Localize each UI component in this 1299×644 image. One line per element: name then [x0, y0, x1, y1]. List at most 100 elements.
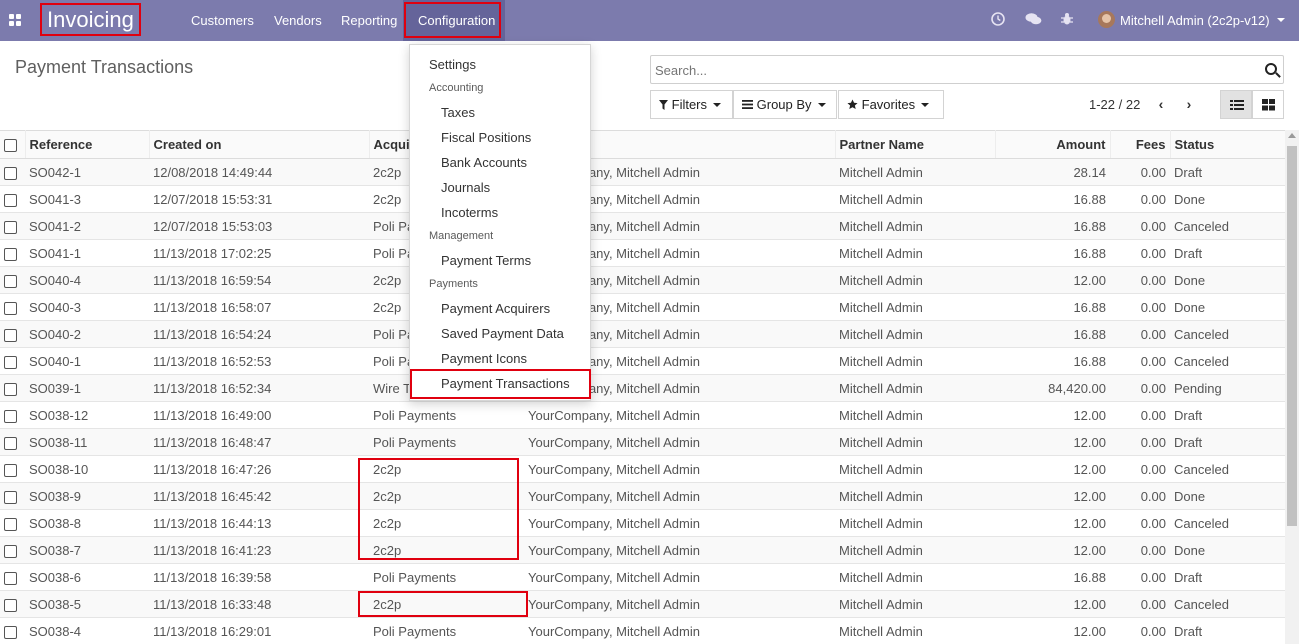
kanban-view-button[interactable] [1252, 90, 1284, 119]
row-checkbox[interactable] [4, 247, 17, 261]
row-checkbox[interactable] [4, 409, 17, 423]
column-amount[interactable]: Amount [995, 130, 1111, 159]
row-checkbox[interactable] [4, 301, 17, 315]
row-checkbox[interactable] [4, 193, 17, 207]
table-row[interactable]: SO039-111/13/2018 16:52:34Wire TransferY… [0, 374, 1285, 402]
filters-button[interactable]: Filters [650, 90, 733, 119]
row-checkbox-cell[interactable] [0, 590, 25, 618]
table-row[interactable]: SO041-212/07/2018 15:53:03Poli PaymentsY… [0, 212, 1285, 240]
row-checkbox-cell[interactable] [0, 293, 25, 321]
column-partner-name[interactable]: Partner Name [835, 130, 996, 159]
row-checkbox-cell[interactable] [0, 455, 25, 483]
row-checkbox-cell[interactable] [0, 617, 25, 644]
chevron-left-icon[interactable]: ‹ [1153, 96, 1169, 112]
column-created-on[interactable]: Created on [149, 130, 370, 159]
menu-item-settings[interactable]: Settings [410, 52, 590, 77]
table-row[interactable]: SO038-7 11/13/2018 16:41:23 2c2p YourCompan… [0, 536, 1285, 564]
chat-icon[interactable] [1024, 12, 1042, 27]
menu-customers[interactable]: Customers [191, 0, 254, 41]
row-checkbox-cell[interactable] [0, 185, 25, 213]
row-checkbox-cell[interactable] [0, 401, 25, 429]
row-checkbox[interactable] [4, 220, 17, 234]
row-checkbox[interactable] [4, 598, 17, 612]
app-brand[interactable]: Invoicing [40, 3, 141, 36]
row-checkbox-cell[interactable] [0, 158, 25, 186]
table-row[interactable]: SO041-3 12/07/2018 15:53:31 2c2p YourCompan… [0, 185, 1285, 213]
menu-item-saved-payment-data[interactable]: Saved Payment Data [410, 321, 590, 346]
menu-item-payment-terms[interactable]: Payment Terms [410, 248, 590, 273]
list-view-button[interactable] [1220, 90, 1252, 119]
row-checkbox-cell[interactable] [0, 239, 25, 267]
column-reference[interactable]: Reference [25, 130, 150, 159]
vertical-scrollbar[interactable] [1285, 130, 1299, 644]
user-menu-name[interactable]: Mitchell Admin (2c2p-v12) [1120, 0, 1270, 41]
row-checkbox-cell[interactable] [0, 320, 25, 348]
row-checkbox[interactable] [4, 490, 17, 504]
row-checkbox-cell[interactable] [0, 536, 25, 564]
clock-icon[interactable] [990, 12, 1005, 27]
row-checkbox-cell[interactable] [0, 428, 25, 456]
row-checkbox-cell[interactable] [0, 212, 25, 240]
row-checkbox[interactable] [4, 463, 17, 477]
table-row[interactable]: SO038-6 11/13/2018 16:39:58 Poli Payments Y… [0, 563, 1285, 591]
bug-icon[interactable] [1059, 12, 1074, 27]
cell-status: Canceled [1170, 590, 1285, 618]
search-input[interactable] [655, 61, 1245, 79]
column-status[interactable]: Status [1170, 130, 1286, 159]
avatar[interactable] [1098, 11, 1115, 28]
menu-vendors[interactable]: Vendors [274, 0, 322, 41]
table-row[interactable]: SO038-10 11/13/2018 16:47:26 2c2p YourCompa… [0, 455, 1285, 483]
cell-reference: SO038-7 [25, 536, 149, 564]
menu-item-taxes[interactable]: Taxes [410, 100, 590, 125]
row-checkbox[interactable] [4, 436, 17, 450]
table-row[interactable]: SO040-211/13/2018 16:54:24Poli PaymentsY… [0, 320, 1285, 348]
menu-item-payment-icons[interactable]: Payment Icons [410, 346, 590, 371]
table-row[interactable]: SO038-9 11/13/2018 16:45:42 2c2p YourCompan… [0, 482, 1285, 510]
row-checkbox-cell[interactable] [0, 374, 25, 402]
favorites-button[interactable]: Favorites [838, 90, 944, 119]
row-checkbox-cell[interactable] [0, 482, 25, 510]
cell-fees: 0.00 [1110, 428, 1170, 456]
row-checkbox[interactable] [4, 328, 17, 342]
menu-item-journals[interactable]: Journals [410, 175, 590, 200]
select-all-checkbox-cell[interactable] [0, 130, 26, 159]
scrollbar-thumb[interactable] [1287, 146, 1297, 526]
table-row[interactable]: SO038-5 11/13/2018 16:33:48 2c2p YourCompan… [0, 590, 1285, 618]
table-row[interactable]: SO038-4 11/13/2018 16:29:01 Poli Payments Y… [0, 617, 1285, 644]
menu-item-bank-accounts[interactable]: Bank Accounts [410, 150, 590, 175]
row-checkbox[interactable] [4, 166, 17, 180]
row-checkbox[interactable] [4, 544, 17, 558]
row-checkbox[interactable] [4, 625, 17, 639]
search-icon[interactable] [1265, 63, 1277, 75]
row-checkbox[interactable] [4, 382, 17, 396]
menu-reporting[interactable]: Reporting [341, 0, 397, 41]
table-row[interactable]: SO040-3 11/13/2018 16:58:07 2c2p YourCompan… [0, 293, 1285, 321]
row-checkbox-cell[interactable] [0, 563, 25, 591]
row-checkbox[interactable] [4, 355, 17, 369]
table-row[interactable]: SO038-12 11/13/2018 16:49:00 Poli Payments… [0, 401, 1285, 429]
apps-grid-icon[interactable] [9, 14, 21, 26]
row-checkbox[interactable] [4, 517, 17, 531]
menu-item-payment-transactions[interactable]: Payment Transactions [410, 371, 590, 396]
table-row[interactable]: SO042-1 12/08/2018 14:49:44 2c2p YourCompan… [0, 158, 1285, 186]
menu-item-fiscal-positions[interactable]: Fiscal Positions [410, 125, 590, 150]
select-all-checkbox[interactable] [4, 139, 17, 153]
table-row[interactable]: SO041-111/13/2018 17:02:25Poli PaymentsY… [0, 239, 1285, 267]
table-row[interactable]: SO038-11 11/13/2018 16:48:47 Poli Payments… [0, 428, 1285, 456]
row-checkbox-cell[interactable] [0, 509, 25, 537]
chevron-down-icon[interactable] [1277, 18, 1285, 22]
chevron-right-icon[interactable]: › [1181, 96, 1197, 112]
row-checkbox[interactable] [4, 571, 17, 585]
row-checkbox-cell[interactable] [0, 266, 25, 294]
table-row[interactable]: SO038-8 11/13/2018 16:44:13 2c2p YourCompan… [0, 509, 1285, 537]
row-checkbox-cell[interactable] [0, 347, 25, 375]
scroll-up-arrow-icon[interactable] [1288, 133, 1296, 138]
row-checkbox[interactable] [4, 274, 17, 288]
table-row[interactable]: SO040-111/13/2018 16:52:53Poli PaymentsY… [0, 347, 1285, 375]
table-row[interactable]: SO040-4 11/13/2018 16:59:54 2c2p YourCompan… [0, 266, 1285, 294]
pager-value[interactable]: 1-22 / 22 [1089, 97, 1140, 112]
menu-item-incoterms[interactable]: Incoterms [410, 200, 590, 225]
column-fees[interactable]: Fees [1110, 130, 1171, 159]
group-by-button[interactable]: Group By [733, 90, 837, 119]
menu-item-payment-acquirers[interactable]: Payment Acquirers [410, 296, 590, 321]
